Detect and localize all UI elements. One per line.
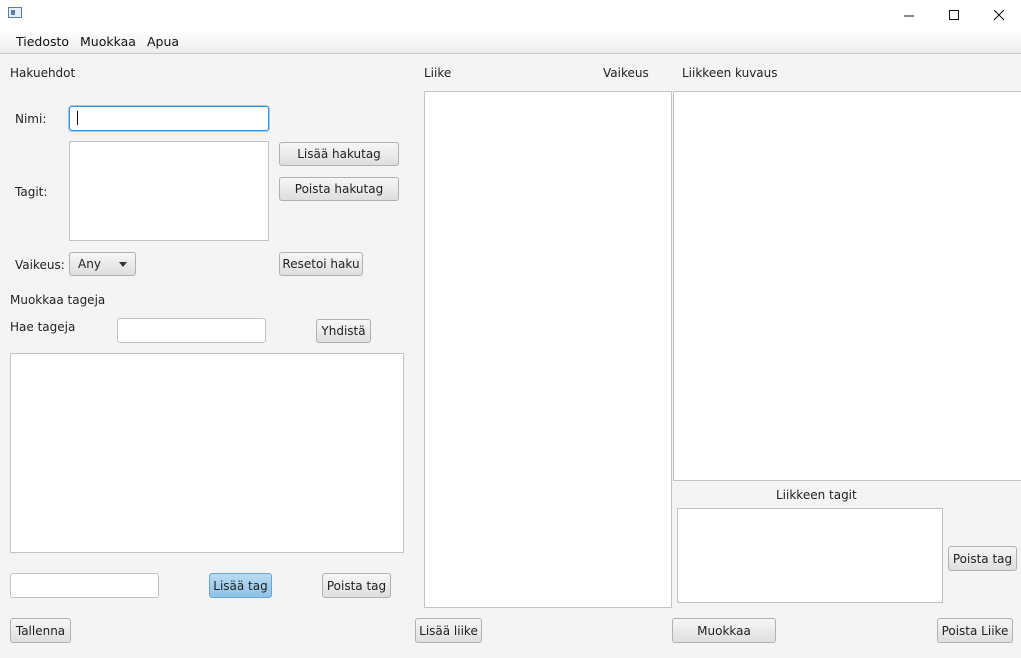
menu-bar: Tiedosto Muokkaa Apua — [0, 30, 1021, 54]
tags-list[interactable] — [10, 353, 404, 553]
add-move-button[interactable]: Lisää liike — [415, 618, 482, 643]
menu-help[interactable]: Apua — [147, 34, 179, 49]
add-search-tag-button[interactable]: Lisää hakutag — [279, 142, 399, 166]
close-icon[interactable] — [976, 0, 1021, 30]
description-heading: Liikkeen kuvaus — [682, 66, 778, 80]
move-tags-heading: Liikkeen tagit — [776, 488, 857, 502]
move-column-header: Liike — [424, 66, 452, 80]
tag-search-input[interactable] — [117, 318, 266, 343]
add-tag-button[interactable]: Lisää tag — [209, 573, 272, 598]
name-label: Nimi: — [15, 112, 47, 126]
menu-file[interactable]: Tiedosto — [16, 34, 69, 49]
tag-search-label: Hae tageja — [10, 320, 76, 334]
search-heading: Hakuehdot — [10, 66, 76, 80]
difficulty-column-header: Vaikeus — [603, 66, 649, 80]
edit-move-button[interactable]: Muokkaa — [672, 618, 776, 643]
text-caret — [77, 111, 78, 125]
minimize-icon[interactable] — [886, 0, 932, 30]
app-icon — [8, 7, 22, 18]
name-input[interactable] — [69, 106, 269, 131]
move-tags-list[interactable] — [677, 508, 943, 603]
remove-move-tag-button[interactable]: Poista tag — [948, 546, 1017, 571]
remove-move-button[interactable]: Poista Liike — [937, 618, 1013, 643]
difficulty-select[interactable]: Any — [69, 252, 136, 276]
difficulty-select-value: Any — [78, 257, 101, 271]
remove-tag-button[interactable]: Poista tag — [322, 573, 391, 598]
maximize-icon[interactable] — [931, 0, 977, 30]
new-tag-input[interactable] — [10, 573, 159, 598]
edit-tags-heading: Muokkaa tageja — [10, 293, 106, 307]
title-bar — [0, 0, 1021, 30]
remove-search-tag-button[interactable]: Poista hakutag — [279, 177, 399, 201]
difficulty-label: Vaikeus: — [15, 258, 65, 272]
menu-edit[interactable]: Muokkaa — [80, 34, 136, 49]
chevron-down-icon — [119, 261, 127, 267]
move-description-area[interactable] — [673, 91, 1021, 481]
merge-tags-button[interactable]: Yhdistä — [316, 319, 371, 343]
reset-search-button[interactable]: Resetoi haku — [279, 252, 363, 276]
save-button[interactable]: Tallenna — [10, 618, 71, 643]
search-tags-list[interactable] — [69, 141, 269, 241]
tags-label: Tagit: — [15, 185, 48, 199]
moves-list[interactable] — [424, 91, 672, 608]
